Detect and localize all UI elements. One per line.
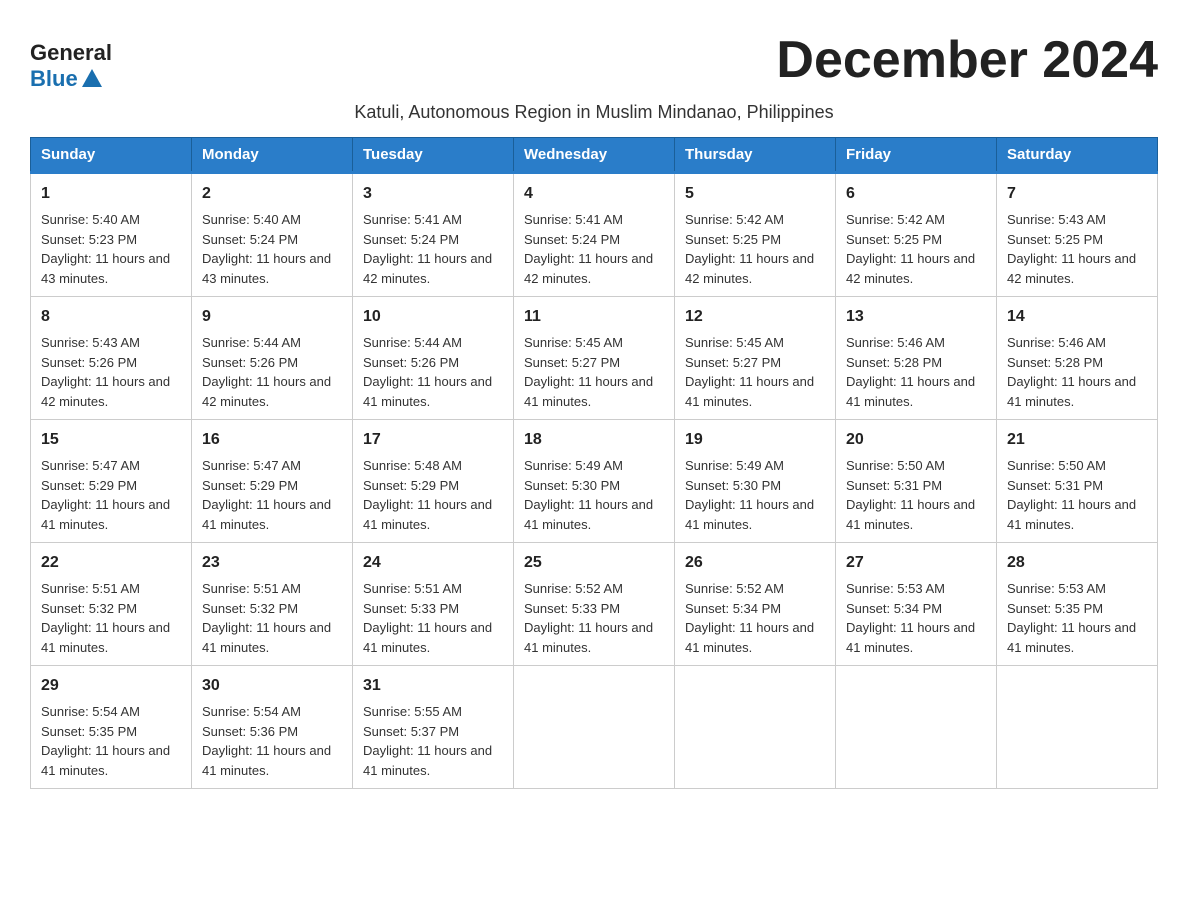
calendar-cell: 16Sunrise: 5:47 AMSunset: 5:29 PMDayligh… xyxy=(192,420,353,543)
day-number: 22 xyxy=(41,551,181,575)
day-number: 20 xyxy=(846,428,986,452)
day-number: 30 xyxy=(202,674,342,698)
day-number: 18 xyxy=(524,428,664,452)
calendar-cell: 29Sunrise: 5:54 AMSunset: 5:35 PMDayligh… xyxy=(31,666,192,789)
day-number: 15 xyxy=(41,428,181,452)
calendar-cell xyxy=(675,666,836,789)
day-number: 16 xyxy=(202,428,342,452)
calendar-cell: 26Sunrise: 5:52 AMSunset: 5:34 PMDayligh… xyxy=(675,543,836,666)
calendar-cell: 17Sunrise: 5:48 AMSunset: 5:29 PMDayligh… xyxy=(353,420,514,543)
calendar-cell: 10Sunrise: 5:44 AMSunset: 5:26 PMDayligh… xyxy=(353,297,514,420)
calendar-cell: 25Sunrise: 5:52 AMSunset: 5:33 PMDayligh… xyxy=(514,543,675,666)
calendar-cell: 6Sunrise: 5:42 AMSunset: 5:25 PMDaylight… xyxy=(836,173,997,297)
calendar-cell: 18Sunrise: 5:49 AMSunset: 5:30 PMDayligh… xyxy=(514,420,675,543)
day-number: 4 xyxy=(524,182,664,206)
calendar-cell: 20Sunrise: 5:50 AMSunset: 5:31 PMDayligh… xyxy=(836,420,997,543)
calendar-cell: 5Sunrise: 5:42 AMSunset: 5:25 PMDaylight… xyxy=(675,173,836,297)
week-row-1: 1Sunrise: 5:40 AMSunset: 5:23 PMDaylight… xyxy=(31,173,1158,297)
weekday-header-wednesday: Wednesday xyxy=(514,138,675,173)
calendar-cell: 31Sunrise: 5:55 AMSunset: 5:37 PMDayligh… xyxy=(353,666,514,789)
calendar-cell: 13Sunrise: 5:46 AMSunset: 5:28 PMDayligh… xyxy=(836,297,997,420)
day-number: 8 xyxy=(41,305,181,329)
day-number: 2 xyxy=(202,182,342,206)
calendar-cell: 11Sunrise: 5:45 AMSunset: 5:27 PMDayligh… xyxy=(514,297,675,420)
week-row-4: 22Sunrise: 5:51 AMSunset: 5:32 PMDayligh… xyxy=(31,543,1158,666)
calendar-cell: 15Sunrise: 5:47 AMSunset: 5:29 PMDayligh… xyxy=(31,420,192,543)
calendar-cell: 4Sunrise: 5:41 AMSunset: 5:24 PMDaylight… xyxy=(514,173,675,297)
weekday-header-friday: Friday xyxy=(836,138,997,173)
calendar-cell: 30Sunrise: 5:54 AMSunset: 5:36 PMDayligh… xyxy=(192,666,353,789)
calendar-cell xyxy=(514,666,675,789)
calendar-subtitle: Katuli, Autonomous Region in Muslim Mind… xyxy=(30,102,1158,123)
calendar-cell xyxy=(836,666,997,789)
day-number: 3 xyxy=(363,182,503,206)
weekday-header-row: SundayMondayTuesdayWednesdayThursdayFrid… xyxy=(31,138,1158,173)
week-row-2: 8Sunrise: 5:43 AMSunset: 5:26 PMDaylight… xyxy=(31,297,1158,420)
calendar-cell: 24Sunrise: 5:51 AMSunset: 5:33 PMDayligh… xyxy=(353,543,514,666)
calendar-cell: 14Sunrise: 5:46 AMSunset: 5:28 PMDayligh… xyxy=(997,297,1158,420)
page-header: General Blue December 2024 xyxy=(30,30,1158,92)
calendar-cell: 19Sunrise: 5:49 AMSunset: 5:30 PMDayligh… xyxy=(675,420,836,543)
day-number: 17 xyxy=(363,428,503,452)
day-number: 5 xyxy=(685,182,825,206)
day-number: 23 xyxy=(202,551,342,575)
day-number: 31 xyxy=(363,674,503,698)
weekday-header-sunday: Sunday xyxy=(31,138,192,173)
weekday-header-tuesday: Tuesday xyxy=(353,138,514,173)
weekday-header-monday: Monday xyxy=(192,138,353,173)
day-number: 13 xyxy=(846,305,986,329)
calendar-cell: 3Sunrise: 5:41 AMSunset: 5:24 PMDaylight… xyxy=(353,173,514,297)
logo-triangle-icon xyxy=(82,69,102,87)
month-title: December 2024 xyxy=(112,30,1158,90)
day-number: 10 xyxy=(363,305,503,329)
day-number: 11 xyxy=(524,305,664,329)
weekday-header-thursday: Thursday xyxy=(675,138,836,173)
day-number: 27 xyxy=(846,551,986,575)
day-number: 9 xyxy=(202,305,342,329)
logo-blue-text: Blue xyxy=(30,66,102,92)
calendar-cell: 2Sunrise: 5:40 AMSunset: 5:24 PMDaylight… xyxy=(192,173,353,297)
day-number: 7 xyxy=(1007,182,1147,206)
day-number: 14 xyxy=(1007,305,1147,329)
week-row-3: 15Sunrise: 5:47 AMSunset: 5:29 PMDayligh… xyxy=(31,420,1158,543)
day-number: 25 xyxy=(524,551,664,575)
calendar-cell: 12Sunrise: 5:45 AMSunset: 5:27 PMDayligh… xyxy=(675,297,836,420)
calendar-cell: 28Sunrise: 5:53 AMSunset: 5:35 PMDayligh… xyxy=(997,543,1158,666)
day-number: 12 xyxy=(685,305,825,329)
week-row-5: 29Sunrise: 5:54 AMSunset: 5:35 PMDayligh… xyxy=(31,666,1158,789)
logo: General Blue xyxy=(30,30,112,92)
calendar-cell: 1Sunrise: 5:40 AMSunset: 5:23 PMDaylight… xyxy=(31,173,192,297)
day-number: 6 xyxy=(846,182,986,206)
calendar-cell: 21Sunrise: 5:50 AMSunset: 5:31 PMDayligh… xyxy=(997,420,1158,543)
logo-general-text: General xyxy=(30,40,112,66)
calendar-cell: 8Sunrise: 5:43 AMSunset: 5:26 PMDaylight… xyxy=(31,297,192,420)
calendar-cell: 27Sunrise: 5:53 AMSunset: 5:34 PMDayligh… xyxy=(836,543,997,666)
calendar-cell: 22Sunrise: 5:51 AMSunset: 5:32 PMDayligh… xyxy=(31,543,192,666)
day-number: 21 xyxy=(1007,428,1147,452)
calendar-cell xyxy=(997,666,1158,789)
day-number: 26 xyxy=(685,551,825,575)
day-number: 1 xyxy=(41,182,181,206)
calendar-cell: 7Sunrise: 5:43 AMSunset: 5:25 PMDaylight… xyxy=(997,173,1158,297)
day-number: 19 xyxy=(685,428,825,452)
calendar-cell: 9Sunrise: 5:44 AMSunset: 5:26 PMDaylight… xyxy=(192,297,353,420)
day-number: 24 xyxy=(363,551,503,575)
day-number: 29 xyxy=(41,674,181,698)
calendar-table: SundayMondayTuesdayWednesdayThursdayFrid… xyxy=(30,137,1158,789)
calendar-cell: 23Sunrise: 5:51 AMSunset: 5:32 PMDayligh… xyxy=(192,543,353,666)
day-number: 28 xyxy=(1007,551,1147,575)
weekday-header-saturday: Saturday xyxy=(997,138,1158,173)
